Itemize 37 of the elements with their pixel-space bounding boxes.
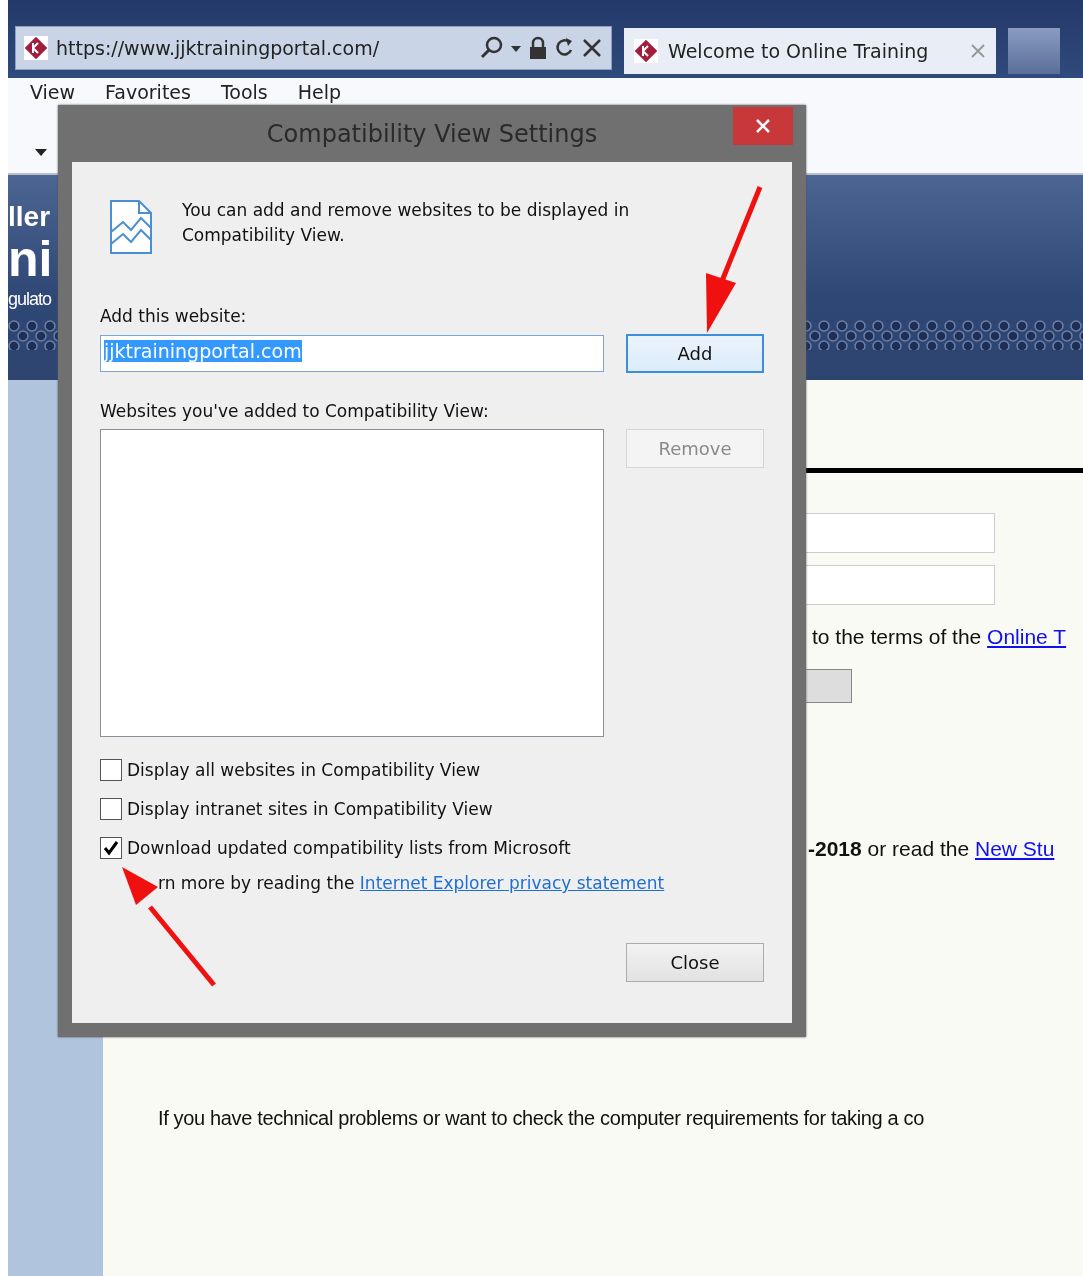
header-text: gulato [8, 289, 52, 310]
checkbox-label[interactable]: Display intranet sites in Compatibility View [127, 799, 493, 819]
checkbox-label[interactable]: Download updated compatibility lists from Microsoft [127, 838, 571, 858]
close-button[interactable]: Close [626, 943, 764, 982]
checkbox-label[interactable]: Display all websites in Compatibility View [127, 760, 481, 780]
add-website-label: Add this website: [100, 306, 248, 326]
menu-item[interactable]: Help [297, 81, 342, 103]
header-text: ller [8, 201, 51, 233]
dialog-title: Compatibility View Settings [266, 119, 598, 148]
header-text: ni [8, 233, 53, 285]
learn-more-text: rn more by reading the Internet Explorer privacy statement [158, 873, 666, 893]
caret-icon[interactable] [34, 147, 48, 157]
checkbox[interactable] [100, 837, 122, 859]
add-button[interactable]: Add [626, 334, 764, 373]
menu-item[interactable]: Favorites [105, 81, 191, 103]
search-icon[interactable] [479, 35, 505, 61]
picture-file-icon [108, 198, 154, 256]
news-link[interactable]: New Stu [974, 837, 1055, 860]
diamond-logo-icon [24, 36, 48, 60]
close-icon [755, 118, 771, 134]
menu-item[interactable]: View [30, 81, 76, 103]
privacy-link[interactable]: Internet Explorer privacy statement [359, 873, 665, 893]
news-text: -2018 or read the New Stu [808, 837, 1055, 861]
lock-icon[interactable] [527, 35, 549, 61]
browser-tab[interactable]: Welcome to Online Training [624, 28, 996, 74]
checkbox[interactable] [100, 798, 122, 820]
url-text: https://www.jjktrainingportal.com/ [56, 37, 381, 59]
checkbox[interactable] [100, 759, 122, 781]
terms-link[interactable]: Online T [987, 625, 1067, 648]
terms-text: to the terms of the Online T [812, 625, 1067, 649]
websites-list-label: Websites you've added to Compatibility View: [100, 401, 490, 421]
help-text: If you have technical problems or want to check the computer requirements for taking a co [158, 1107, 925, 1130]
close-button[interactable] [733, 107, 793, 145]
address-bar[interactable]: https://www.jjktrainingportal.com/ [15, 26, 612, 70]
diamond-logo-icon [634, 39, 658, 63]
menu-item[interactable]: Tools [220, 81, 268, 103]
intro-text: You can add and remove websites to be displayed in Compatibility View. [182, 199, 631, 247]
